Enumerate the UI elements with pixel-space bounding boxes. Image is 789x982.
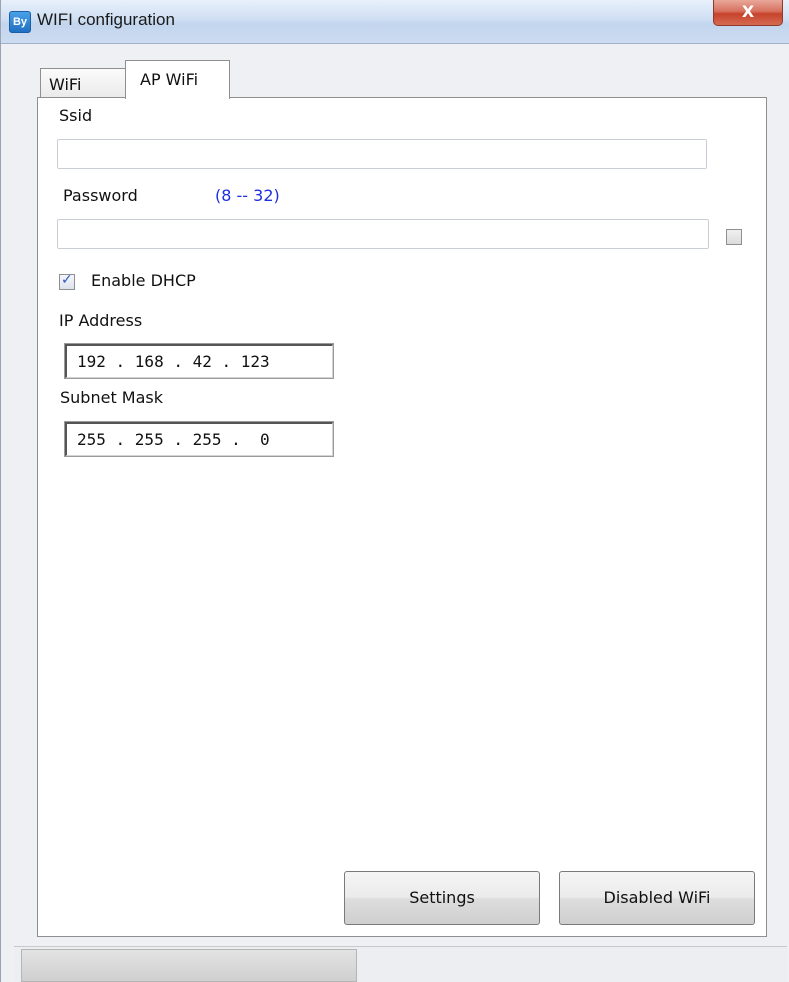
ip-address-input[interactable]: 192 . 168 . 42 . 123	[64, 343, 334, 379]
password-label: Password	[63, 186, 138, 205]
disable-wifi-button[interactable]: Disabled WiFi	[559, 871, 755, 925]
wifi-config-window: By WIFI configuration X WiFi AP WiFi Ssi…	[0, 0, 789, 982]
enable-dhcp-checkbox[interactable]: ✓	[59, 272, 75, 290]
app-icon: By	[9, 11, 31, 33]
title-bar[interactable]: By WIFI configuration X	[1, 0, 789, 44]
settings-button[interactable]: Settings	[344, 871, 540, 925]
tab-strip: WiFi AP WiFi	[37, 60, 437, 99]
checkmark-icon: ✓	[61, 272, 73, 288]
show-password-checkbox[interactable]	[726, 229, 742, 245]
password-input[interactable]	[57, 219, 709, 249]
window-title: WIFI configuration	[37, 10, 175, 29]
subnet-mask-input[interactable]: 255 . 255 . 255 . 0	[64, 421, 334, 457]
ssid-input[interactable]	[57, 139, 707, 169]
enable-dhcp-label: Enable DHCP	[91, 271, 196, 290]
tab-wifi[interactable]: WiFi	[40, 68, 127, 98]
password-length-hint: (8 -- 32)	[215, 186, 280, 205]
close-button[interactable]: X	[713, 0, 783, 26]
status-progress-bar	[21, 949, 357, 982]
tab-panel-ap-wifi: Ssid Password (8 -- 32) ✓ Enable DHCP IP…	[37, 97, 767, 937]
ssid-label: Ssid	[59, 106, 93, 125]
subnet-mask-label: Subnet Mask	[60, 388, 164, 407]
ip-address-label: IP Address	[59, 311, 143, 330]
tab-ap-wifi[interactable]: AP WiFi	[125, 60, 230, 99]
